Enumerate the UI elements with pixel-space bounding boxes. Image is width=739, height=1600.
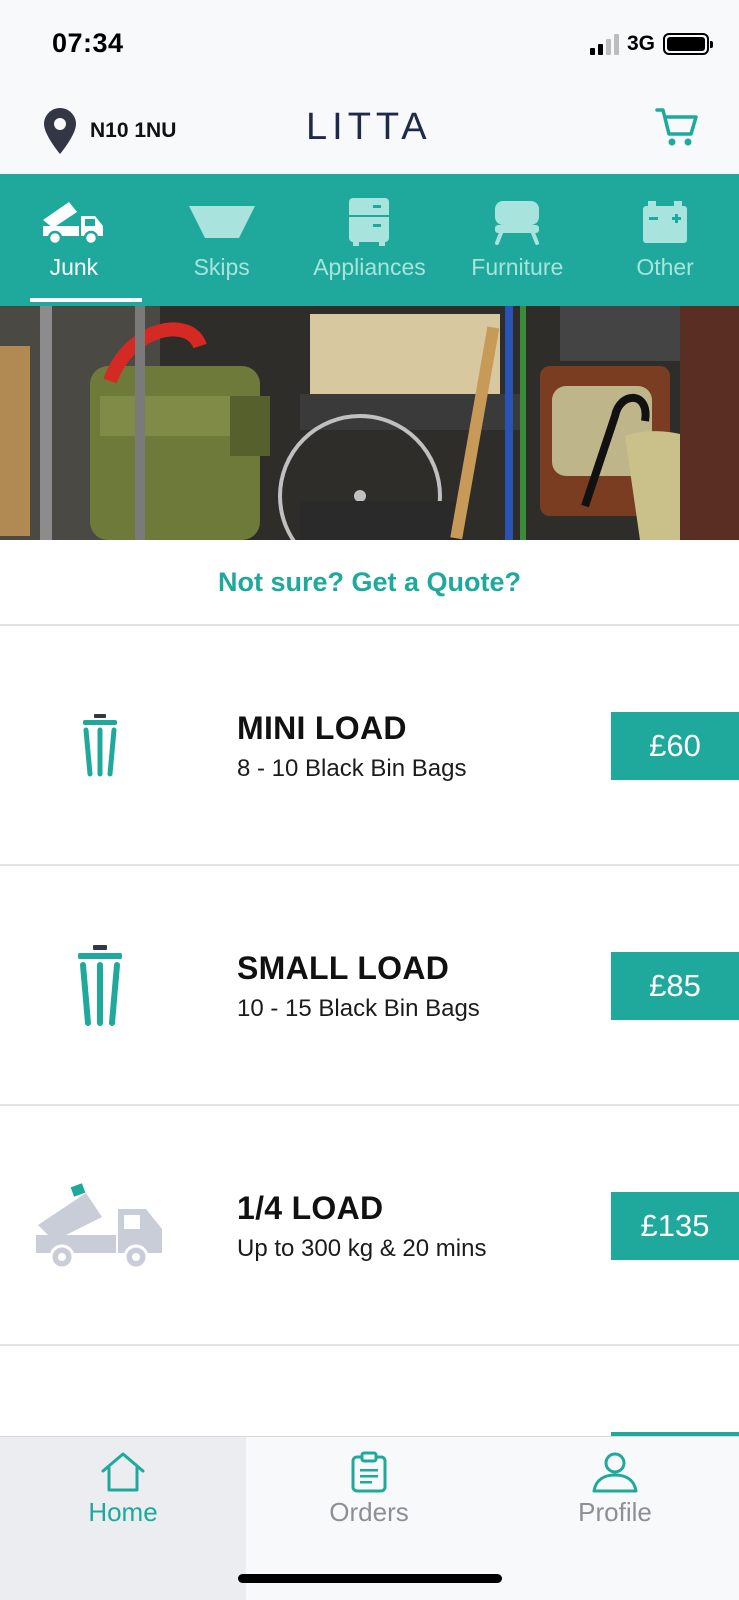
load-description: 10 - 15 Black Bin Bags <box>237 995 480 1022</box>
location-selector[interactable]: N10 1NU <box>44 108 176 154</box>
load-description: Up to 300 kg & 20 mins <box>237 1235 487 1262</box>
load-option-mini[interactable]: MINI LOAD 8 - 10 Black Bin Bags £60 <box>0 626 739 866</box>
nav-profile[interactable]: Profile <box>492 1437 738 1600</box>
tab-label: Skips <box>193 254 250 280</box>
home-icon <box>101 1452 145 1492</box>
app-header: N10 1NU LITTA <box>0 90 739 174</box>
bin-icon <box>78 945 122 1026</box>
battery-icon <box>663 33 713 55</box>
category-tabs: Junk Skips Appliances Furniture Other <box>0 174 739 306</box>
signal-icon <box>589 33 619 55</box>
nav-label: Orders <box>329 1497 409 1527</box>
active-tab-indicator <box>30 298 142 302</box>
bin-icon <box>83 714 117 777</box>
tab-skips[interactable]: Skips <box>148 174 296 306</box>
get-quote-link[interactable]: Not sure? Get a Quote? <box>218 567 521 598</box>
quote-section: Not sure? Get a Quote? <box>0 540 739 626</box>
price-button[interactable]: £60 <box>611 712 739 780</box>
truck-icon <box>42 202 103 246</box>
status-bar: 07:34 3G <box>0 0 739 90</box>
price-button[interactable]: £85 <box>611 952 739 1020</box>
load-title: MINI LOAD <box>237 710 407 746</box>
status-time: 07:34 <box>52 28 124 58</box>
hero-junk-image <box>0 306 739 540</box>
tab-label: Junk <box>49 254 99 280</box>
load-description: 8 - 10 Black Bin Bags <box>237 755 467 782</box>
nav-label: Home <box>88 1497 158 1527</box>
status-indicators: 3G <box>589 32 713 56</box>
load-option-small[interactable]: SMALL LOAD 10 - 15 Black Bin Bags £85 <box>0 866 739 1106</box>
brand-logo: LITTA <box>306 106 432 148</box>
home-indicator[interactable] <box>238 1574 502 1583</box>
network-type: 3G <box>626 32 655 55</box>
battery-box-icon <box>643 201 688 243</box>
user-icon <box>592 1452 638 1493</box>
nav-home[interactable]: Home <box>0 1437 246 1600</box>
cart-icon <box>655 108 698 146</box>
tab-furniture[interactable]: Furniture <box>443 174 591 306</box>
load-title: SMALL LOAD <box>237 950 450 986</box>
tab-other[interactable]: Other <box>591 174 739 306</box>
cart-button[interactable] <box>655 106 699 153</box>
location-postcode: N10 1NU <box>90 119 177 142</box>
location-pin-icon <box>44 108 76 154</box>
skip-icon <box>188 206 255 238</box>
tab-label: Furniture <box>471 254 564 280</box>
tab-label: Other <box>636 254 694 280</box>
appliance-icon <box>349 198 390 246</box>
tab-label: Appliances <box>313 254 426 280</box>
tab-junk[interactable]: Junk <box>0 174 148 306</box>
load-title: 1/4 LOAD <box>237 1190 384 1226</box>
tipper-truck-icon <box>36 1183 162 1269</box>
price-button[interactable]: £135 <box>611 1192 739 1260</box>
sofa-icon <box>495 201 540 245</box>
tab-appliances[interactable]: Appliances <box>296 174 444 306</box>
clipboard-icon <box>351 1451 387 1493</box>
load-option-quarter[interactable]: 1/4 LOAD Up to 300 kg & 20 mins £135 <box>0 1106 739 1346</box>
nav-label: Profile <box>578 1497 652 1527</box>
